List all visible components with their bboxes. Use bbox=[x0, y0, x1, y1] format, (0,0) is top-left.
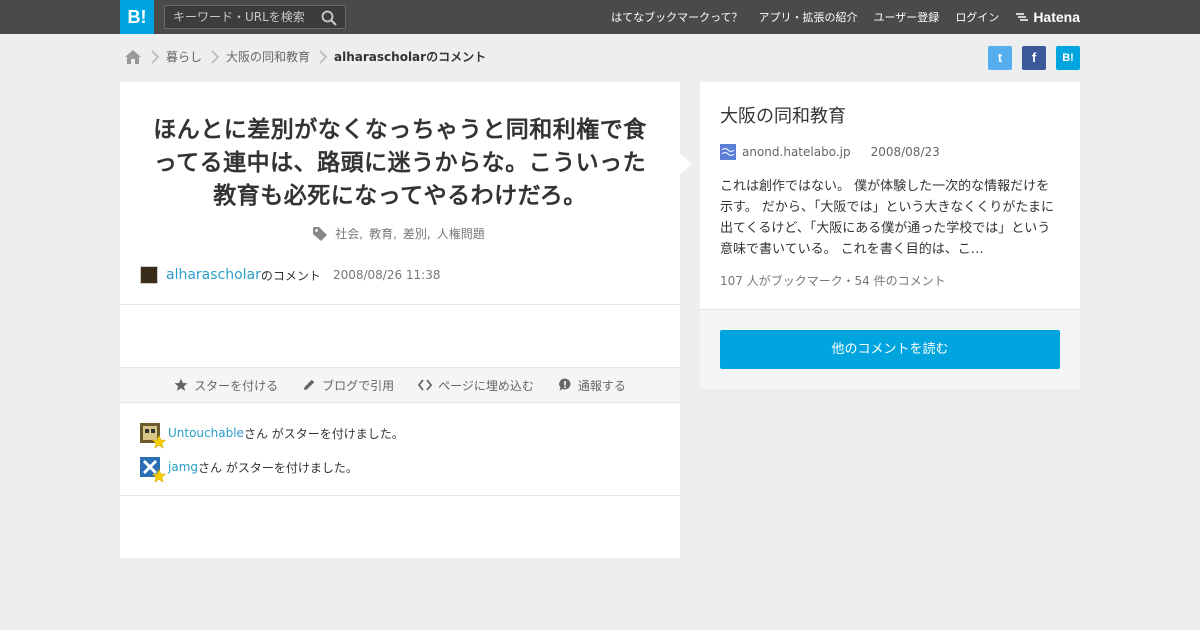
top-nav: はてなブックマークって？ アプリ・拡張の紹介 ユーザー登録 ログイン Haten… bbox=[595, 0, 1080, 34]
top-bar: B! はてなブックマークって？ アプリ・拡張の紹介 ユーザー登録 ログイン Ha… bbox=[0, 0, 1200, 34]
breadcrumb-current: alharascholarのコメント bbox=[334, 50, 487, 64]
avatar[interactable] bbox=[140, 266, 158, 284]
nav-about[interactable]: はてなブックマークって？ bbox=[611, 9, 742, 25]
article-date: 2008/08/23 bbox=[870, 145, 940, 159]
report-button[interactable]: 通報する bbox=[558, 377, 626, 394]
nav-register[interactable]: ユーザー登録 bbox=[874, 9, 940, 25]
avatar[interactable] bbox=[140, 457, 166, 483]
hatena-logo-text: Hatena bbox=[1033, 9, 1080, 25]
pencil-icon bbox=[304, 379, 315, 390]
article-source: anond.hatelabo.jp 2008/08/23 bbox=[720, 144, 1060, 160]
site-favicon-icon bbox=[720, 144, 736, 160]
blog-quote-label: ブログで引用 bbox=[322, 378, 395, 393]
alert-icon bbox=[559, 378, 571, 391]
chevron-right-icon bbox=[319, 49, 328, 64]
embed-label: ページに埋め込む bbox=[438, 378, 534, 393]
article-card: 大阪の同和教育 anond.hatelabo.jp 2008/08/23 これは… bbox=[700, 82, 1080, 309]
hatena-logo[interactable]: Hatena bbox=[1015, 9, 1080, 25]
embed-button[interactable]: ページに埋め込む bbox=[418, 377, 534, 394]
star-list: Untouchable さん がスターを付けました。 jamg さん がスターを… bbox=[120, 403, 680, 496]
report-label: 通報する bbox=[577, 378, 626, 393]
comment-timestamp[interactable]: 2008/08/26 11:38 bbox=[333, 268, 441, 282]
facebook-share-button[interactable]: f bbox=[1022, 46, 1046, 70]
hatena-bookmark-logo[interactable]: B! bbox=[120, 0, 154, 34]
twitter-share-button[interactable]: t bbox=[988, 46, 1012, 70]
tag-link[interactable]: 差別, bbox=[403, 225, 431, 242]
add-star-label: スターを付ける bbox=[194, 378, 279, 393]
code-icon bbox=[418, 379, 433, 391]
star-list-item: jamg さん がスターを付けました。 bbox=[140, 457, 660, 483]
comment-user-link[interactable]: alharascholar bbox=[166, 267, 261, 283]
article-sidebar: 大阪の同和教育 anond.hatelabo.jp 2008/08/23 これは… bbox=[700, 82, 1080, 389]
panel-footer bbox=[120, 496, 680, 558]
breadcrumb-bar: 暮らし 大阪の同和教育 alharascholarのコメント t f B! bbox=[120, 34, 1080, 82]
article-domain[interactable]: anond.hatelabo.jp bbox=[742, 145, 851, 159]
more-comments-section: 他のコメントを読む bbox=[700, 309, 1080, 389]
blank-area bbox=[120, 305, 680, 367]
breadcrumb-category[interactable]: 暮らし bbox=[166, 48, 202, 65]
tag-link[interactable]: 人権問題 bbox=[437, 225, 485, 242]
comment-header: ほんとに差別がなくなっちゃうと同和利権で食ってる連中は、路頭に迷うからな。こうい… bbox=[120, 82, 692, 305]
nav-login[interactable]: ログイン bbox=[955, 9, 999, 25]
search-box bbox=[164, 5, 346, 29]
star-icon bbox=[152, 435, 166, 449]
hatena-share-button[interactable]: B! bbox=[1056, 46, 1080, 70]
hatena-wing-icon bbox=[1016, 13, 1029, 21]
comment-panel: ほんとに差別がなくなっちゃうと同和利権で食ってる連中は、路頭に迷うからな。こうい… bbox=[120, 82, 692, 558]
bookmark-counts[interactable]: 107 人がブックマーク・54 件のコメント bbox=[720, 272, 1060, 289]
blog-quote-button[interactable]: ブログで引用 bbox=[302, 377, 394, 394]
comment-meta: alharascholar のコメント 2008/08/26 11:38 bbox=[120, 242, 680, 305]
star-user-link[interactable]: Untouchable bbox=[168, 426, 244, 440]
tag-list: 社会, 教育, 差別, 人権問題 bbox=[148, 225, 652, 242]
search-icon[interactable] bbox=[321, 10, 337, 26]
read-other-comments-button[interactable]: 他のコメントを読む bbox=[720, 330, 1060, 369]
article-summary: これは創作ではない。 僕が体験した一次的な情報だけを示す。 だから、「大阪では」… bbox=[720, 179, 1054, 257]
add-star-button[interactable]: スターを付ける bbox=[174, 377, 278, 394]
article-title[interactable]: 大阪の同和教育 bbox=[720, 102, 1060, 128]
comment-text: ほんとに差別がなくなっちゃうと同和利権で食ってる連中は、路頭に迷うからな。こうい… bbox=[153, 117, 647, 209]
home-icon[interactable] bbox=[124, 49, 142, 65]
star-icon bbox=[152, 469, 166, 483]
star-icon bbox=[174, 378, 188, 391]
tag-link[interactable]: 教育, bbox=[369, 225, 397, 242]
star-message: さん がスターを付けました。 bbox=[243, 426, 404, 441]
breadcrumb-article[interactable]: 大阪の同和教育 bbox=[226, 48, 310, 65]
share-buttons: t f B! bbox=[978, 46, 1080, 70]
tag-icon bbox=[313, 226, 328, 241]
avatar[interactable] bbox=[140, 423, 166, 449]
comment-suffix: のコメント bbox=[260, 268, 321, 283]
star-message: さん がスターを付けました。 bbox=[198, 460, 358, 475]
breadcrumb: 暮らし 大阪の同和教育 alharascholarのコメント bbox=[124, 48, 486, 65]
nav-apps[interactable]: アプリ・拡張の紹介 bbox=[759, 9, 858, 25]
action-bar: スターを付ける ブログで引用 ページに埋め込む 通報する bbox=[120, 367, 680, 403]
chevron-right-icon bbox=[211, 49, 220, 64]
star-list-item: Untouchable さん がスターを付けました。 bbox=[140, 423, 660, 449]
tag-link[interactable]: 社会, bbox=[335, 225, 363, 242]
star-user-link[interactable]: jamg bbox=[168, 460, 198, 474]
search-input[interactable] bbox=[165, 6, 315, 28]
chevron-right-icon bbox=[151, 49, 160, 64]
